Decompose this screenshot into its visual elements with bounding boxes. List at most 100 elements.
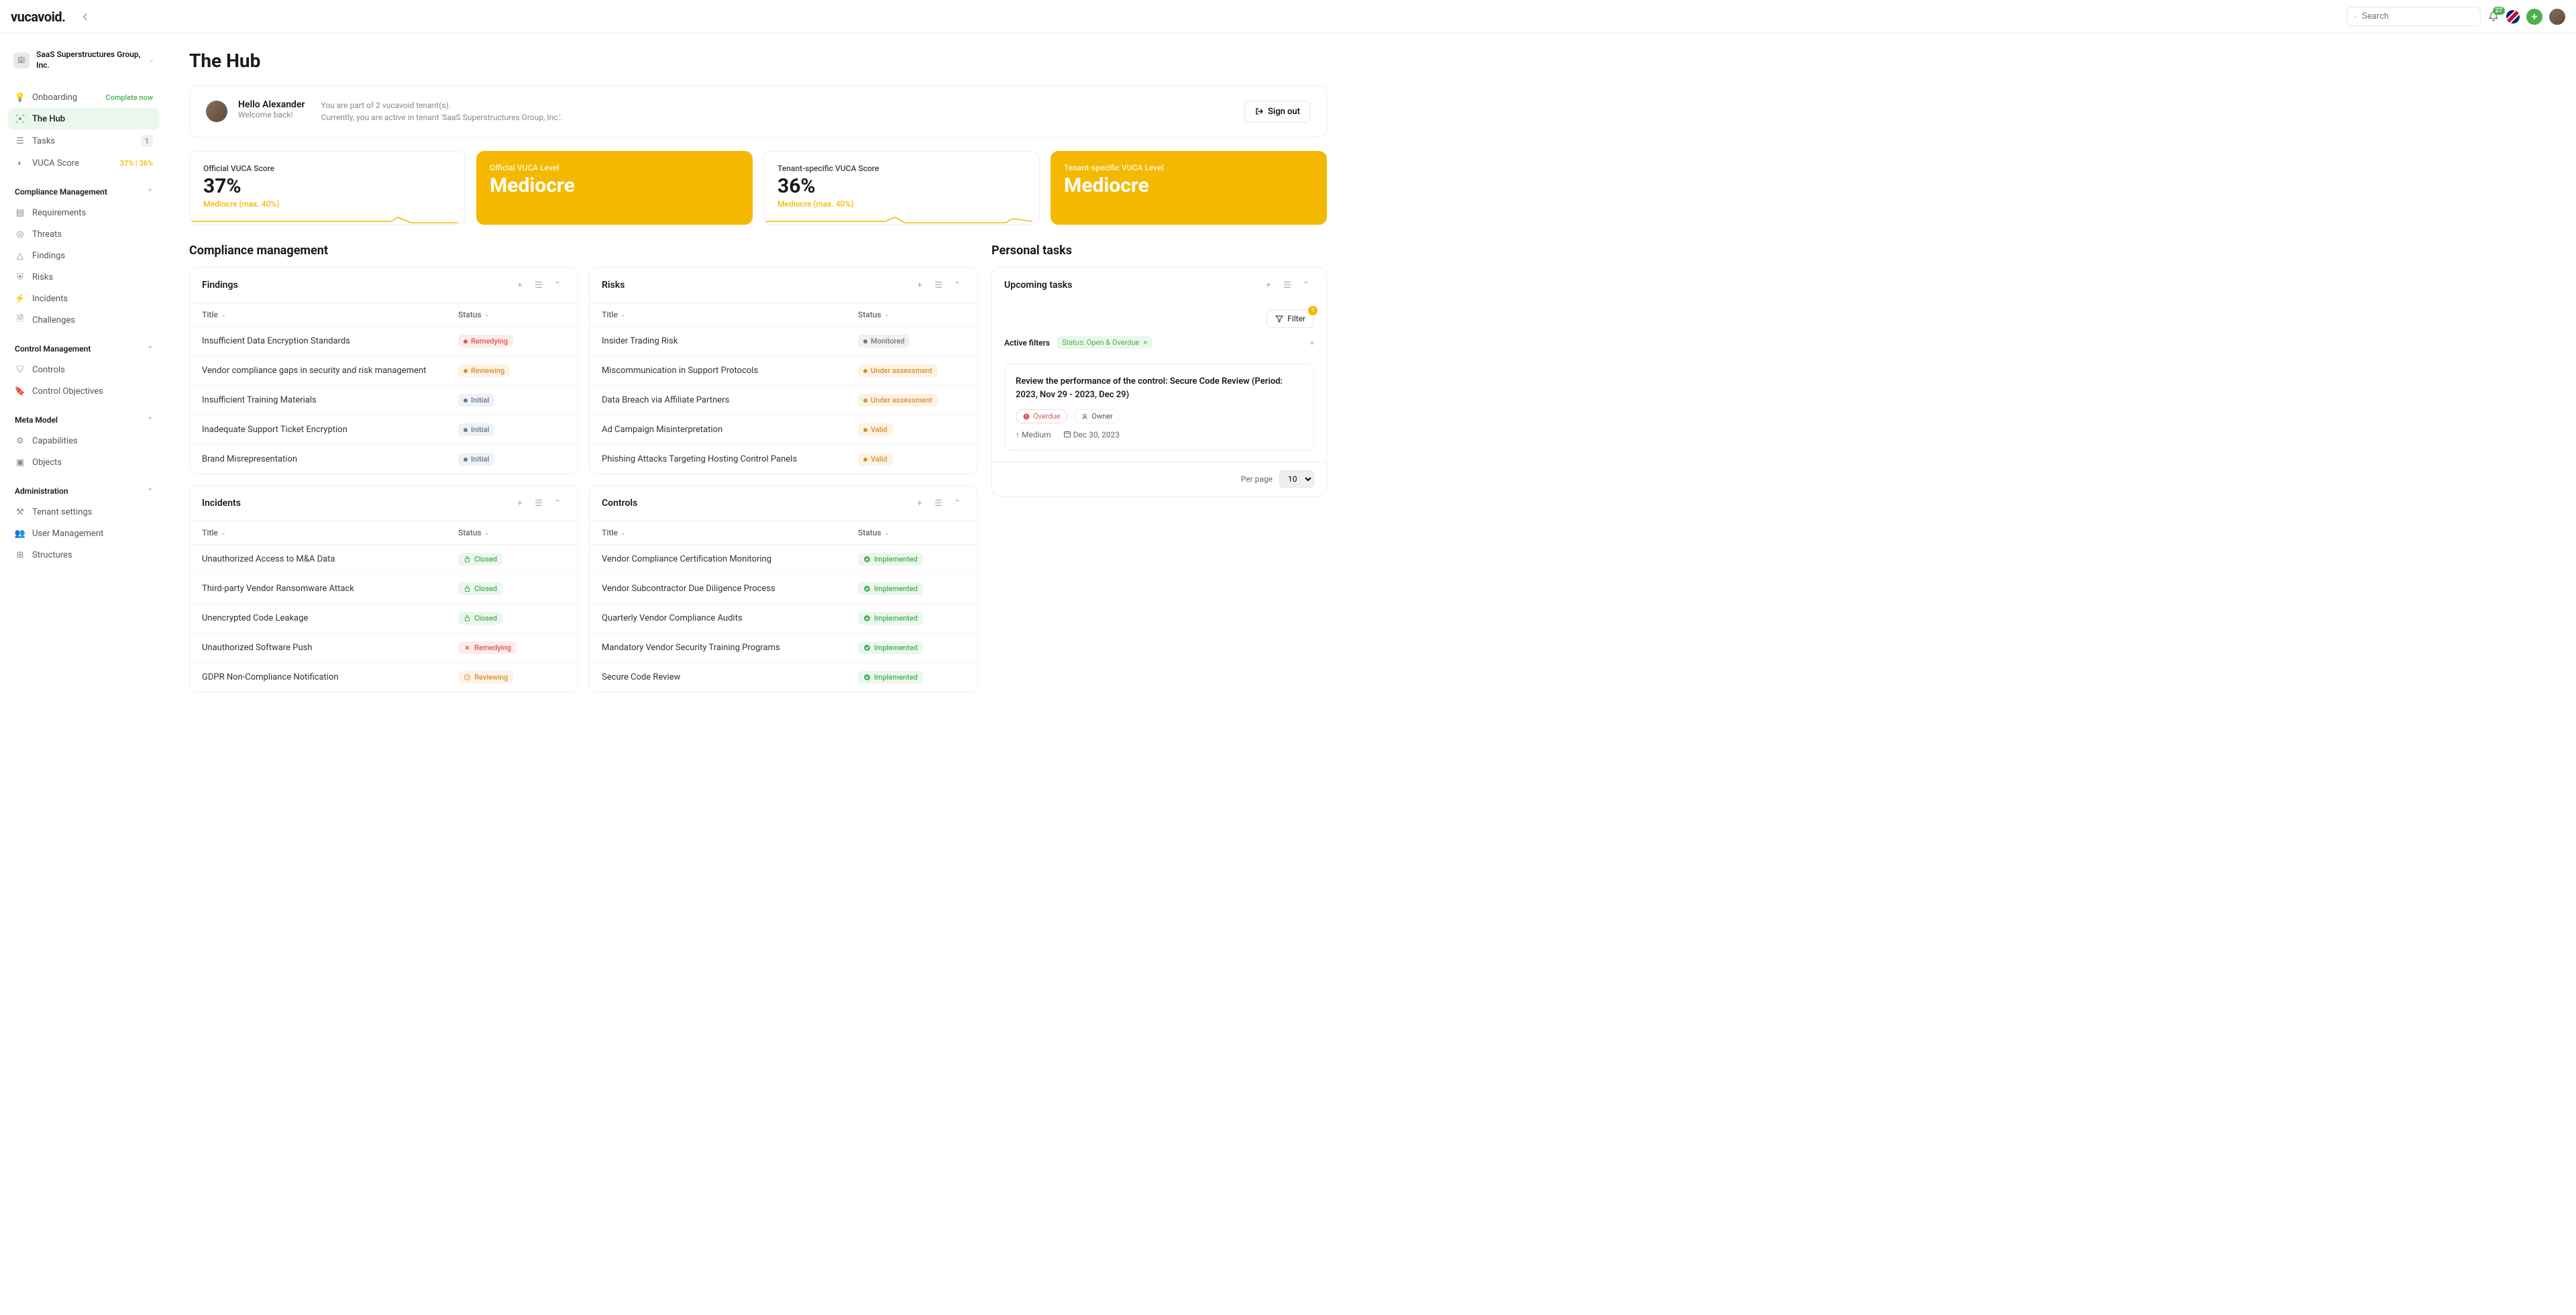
collapse-icon[interactable]: ⌃	[949, 495, 965, 511]
nav-tenant-settings[interactable]: ⚒Tenant settings	[8, 501, 160, 523]
table-row[interactable]: Secure Code ReviewImplemented	[590, 663, 977, 692]
back-button[interactable]	[76, 7, 95, 26]
list-view-icon[interactable]: ☰	[531, 495, 547, 511]
score-meta: Mediocre (max. 40%)	[203, 199, 451, 209]
score-official-pct[interactable]: Official VUCA Score 37% Mediocre (max. 4…	[189, 151, 466, 225]
add-icon[interactable]: +	[512, 277, 528, 293]
col-title[interactable]: Title ⌄	[602, 310, 858, 319]
col-title[interactable]: Title ⌄	[602, 528, 858, 537]
col-title[interactable]: Title ⌄	[202, 528, 458, 537]
nav-threats[interactable]: ◎Threats	[8, 223, 160, 245]
sparkline	[190, 216, 458, 224]
status-tag: Implemented	[858, 553, 923, 566]
nav-incidents[interactable]: ⚡Incidents	[8, 288, 160, 309]
filter-chip[interactable]: Status: Open & Overdue ×	[1057, 336, 1152, 349]
add-button[interactable]: +	[2526, 9, 2542, 25]
panel-title: Controls	[602, 498, 637, 509]
score-tenant-pct[interactable]: Tenant-specific VUCA Score 36% Mediocre …	[763, 151, 1040, 225]
nav-requirements[interactable]: ▤Requirements	[8, 202, 160, 223]
table-row[interactable]: Inadequate Support Ticket EncryptionInit…	[190, 415, 578, 445]
table-row[interactable]: Insufficient Data Encryption StandardsRe…	[190, 327, 578, 356]
table-row[interactable]: Third-party Vendor Ransomware AttackClos…	[190, 574, 578, 604]
signout-button[interactable]: Sign out	[1244, 101, 1310, 123]
chip-remove-icon[interactable]: ×	[1143, 338, 1147, 347]
row-title: Secure Code Review	[602, 672, 858, 682]
col-title[interactable]: Title ⌄	[202, 310, 458, 319]
col-status[interactable]: Status ⌄	[858, 528, 965, 537]
table-row[interactable]: Quarterly Vendor Compliance AuditsImplem…	[590, 604, 977, 633]
list-view-icon[interactable]: ☰	[531, 277, 547, 293]
language-flag[interactable]	[2506, 10, 2520, 23]
table-row[interactable]: Insider Trading RiskMonitored	[590, 327, 977, 356]
table-row[interactable]: Vendor Subcontractor Due Diligence Proce…	[590, 574, 977, 604]
nav-header-meta[interactable]: Meta Model ⌃	[8, 410, 160, 430]
perpage-select[interactable]: 10	[1279, 470, 1314, 488]
tenant-switcher[interactable]: 🏢 SaaS Superstructures Group, Inc. ⌄	[8, 44, 160, 76]
nav-findings[interactable]: △Findings	[8, 245, 160, 266]
table-row[interactable]: Brand MisrepresentationInitial	[190, 445, 578, 474]
clear-filters-icon[interactable]: ×	[1310, 338, 1314, 348]
collapse-icon[interactable]: ⌃	[549, 495, 566, 511]
table-row[interactable]: Unauthorized Software PushRemedying	[190, 633, 578, 663]
nav-vuca-score[interactable]: ◐ VUCA Score 37% | 36%	[8, 152, 160, 174]
list-view-icon[interactable]: ☰	[930, 277, 947, 293]
add-icon[interactable]: +	[1260, 277, 1277, 293]
row-status: Closed	[458, 553, 566, 566]
brand-logo[interactable]: vucavoid.	[11, 9, 65, 25]
list-view-icon[interactable]: ☰	[1279, 277, 1295, 293]
nav-control-objectives[interactable]: 🔖Control Objectives	[8, 380, 160, 402]
user-avatar[interactable]	[2549, 9, 2565, 25]
nav-objects[interactable]: ▣Objects	[8, 452, 160, 473]
nav-user-management[interactable]: 👥User Management	[8, 523, 160, 544]
nav-controls[interactable]: ⛉Controls	[8, 359, 160, 380]
row-title: Ad Campaign Misinterpretation	[602, 425, 858, 435]
nav-risks[interactable]: ⛨Risks	[8, 266, 160, 288]
search-box[interactable]	[2347, 7, 2481, 26]
search-input[interactable]	[2362, 11, 2473, 21]
col-status[interactable]: Status ⌄	[458, 528, 566, 537]
nav-capabilities[interactable]: ⚙Capabilities	[8, 430, 160, 452]
nav-onboarding[interactable]: 💡 Onboarding Complete now	[8, 87, 160, 108]
collapse-icon[interactable]: ⌃	[549, 277, 566, 293]
add-icon[interactable]: +	[912, 277, 928, 293]
col-status[interactable]: Status ⌄	[458, 310, 566, 319]
tenant-name: SaaS Superstructures Group, Inc.	[36, 50, 142, 70]
sparkline	[764, 216, 1032, 224]
bolt-icon: ⚡	[15, 293, 25, 304]
task-card[interactable]: Review the performance of the control: S…	[1004, 364, 1314, 451]
score-tenant-level[interactable]: Tenant-specific VUCA Level Mediocre	[1051, 151, 1327, 225]
table-row[interactable]: Miscommunication in Support ProtocolsUnd…	[590, 356, 977, 386]
row-title: Inadequate Support Ticket Encryption	[202, 425, 458, 435]
table-row[interactable]: Ad Campaign MisinterpretationValid	[590, 415, 977, 445]
nav-header-control[interactable]: Control Management ⌃	[8, 339, 160, 359]
table-row[interactable]: Vendor Compliance Certification Monitori…	[590, 545, 977, 574]
notifications-button[interactable]: 27	[2487, 11, 2500, 23]
table-row[interactable]: Phishing Attacks Targeting Hosting Contr…	[590, 445, 977, 474]
complete-now-pill: Complete now	[105, 93, 153, 102]
table-row[interactable]: Mandatory Vendor Security Training Progr…	[590, 633, 977, 663]
collapse-icon[interactable]: ⌃	[949, 277, 965, 293]
list-view-icon[interactable]: ☰	[930, 495, 947, 511]
greeting-avatar	[206, 101, 227, 122]
col-status[interactable]: Status ⌄	[858, 310, 965, 319]
nav-header-compliance[interactable]: Compliance Management ⌃	[8, 182, 160, 202]
nav-hub[interactable]: The Hub	[8, 108, 160, 129]
collapse-icon[interactable]: ⌃	[1298, 277, 1314, 293]
nav-challenges[interactable]: 🗎Challenges	[8, 309, 160, 331]
nav-structures[interactable]: ⊞Structures	[8, 544, 160, 566]
add-icon[interactable]: +	[912, 495, 928, 511]
filter-button[interactable]: Filter 1	[1267, 309, 1314, 328]
row-status: Initial	[458, 453, 566, 466]
table-row[interactable]: Vendor compliance gaps in security and r…	[190, 356, 578, 386]
row-status: Closed	[458, 612, 566, 625]
table-row[interactable]: Data Breach via Affiliate PartnersUnder …	[590, 386, 977, 415]
nav-label: Structures	[32, 550, 153, 560]
nav-tasks[interactable]: ☰ Tasks 1	[8, 129, 160, 152]
table-row[interactable]: Unencrypted Code LeakageClosed	[190, 604, 578, 633]
table-row[interactable]: GDPR Non-Compliance NotificationReviewin…	[190, 663, 578, 692]
nav-header-admin[interactable]: Administration ⌃	[8, 481, 160, 501]
table-row[interactable]: Insufficient Training MaterialsInitial	[190, 386, 578, 415]
add-icon[interactable]: +	[512, 495, 528, 511]
table-row[interactable]: Unauthorized Access to M&A DataClosed	[190, 545, 578, 574]
score-official-level[interactable]: Official VUCA Level Mediocre	[476, 151, 753, 225]
